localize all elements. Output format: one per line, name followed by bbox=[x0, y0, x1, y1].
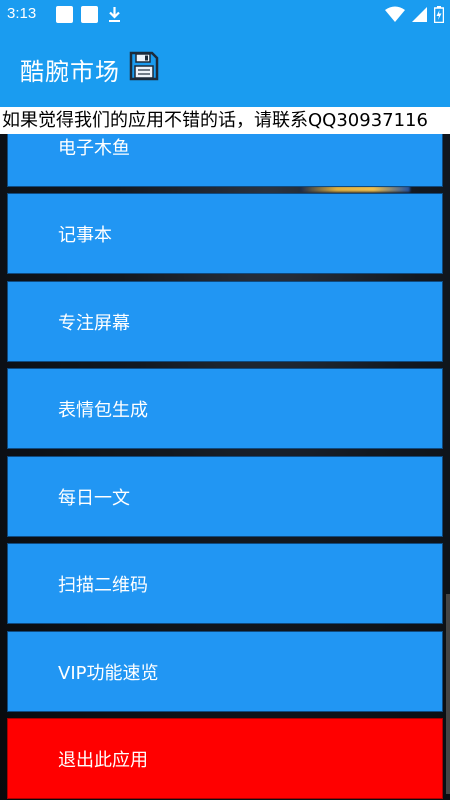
signal-icon bbox=[412, 7, 427, 22]
status-system-icons bbox=[385, 6, 444, 23]
menu-list[interactable]: 电子木鱼 记事本 专注屏幕 表情包生成 每日一文 扫描二维码 VIP功能速览 退… bbox=[0, 134, 450, 800]
menu-item-label: 表情包生成 bbox=[58, 399, 148, 421]
menu-item-label: 专注屏幕 bbox=[58, 312, 130, 334]
menu-item-exit-app[interactable]: 退出此应用 bbox=[7, 718, 443, 799]
menu-item-scan-qr[interactable]: 扫描二维码 bbox=[7, 543, 443, 624]
status-notifications bbox=[56, 6, 123, 23]
scrollbar[interactable] bbox=[446, 594, 450, 794]
marquee-text: 如果觉得我们的应用不错的话，请联系QQ30937116 bbox=[2, 110, 428, 131]
menu-item-focus-screen[interactable]: 专注屏幕 bbox=[7, 281, 443, 362]
battery-icon bbox=[434, 6, 444, 23]
notification-square-icon bbox=[56, 6, 73, 23]
app-title: 酷腕市场 bbox=[20, 58, 120, 86]
menu-item-daily-article[interactable]: 每日一文 bbox=[7, 456, 443, 537]
menu-item-vip-overview[interactable]: VIP功能速览 bbox=[7, 631, 443, 712]
menu-item-label: 退出此应用 bbox=[58, 749, 148, 771]
download-icon bbox=[109, 7, 120, 22]
status-bar: 3:13 bbox=[0, 0, 450, 30]
menu-item-label: 每日一文 bbox=[58, 487, 130, 509]
menu-item-notepad[interactable]: 记事本 bbox=[7, 193, 443, 274]
wifi-icon bbox=[385, 6, 405, 22]
menu-item-label: 电子木鱼 bbox=[58, 137, 130, 159]
menu-item-label: VIP功能速览 bbox=[58, 662, 159, 684]
app-bar: 酷腕市场 bbox=[0, 30, 450, 107]
status-time: 3:13 bbox=[7, 5, 37, 22]
menu-item-label: 扫描二维码 bbox=[58, 574, 148, 596]
menu-item-label: 记事本 bbox=[58, 224, 112, 246]
notification-square-icon bbox=[81, 6, 98, 23]
save-icon[interactable] bbox=[128, 50, 160, 82]
menu-item-meme-generator[interactable]: 表情包生成 bbox=[7, 368, 443, 449]
marquee-banner: 如果觉得我们的应用不错的话，请联系QQ30937116 bbox=[0, 107, 450, 134]
menu-item-wooden-fish[interactable]: 电子木鱼 bbox=[7, 134, 443, 187]
